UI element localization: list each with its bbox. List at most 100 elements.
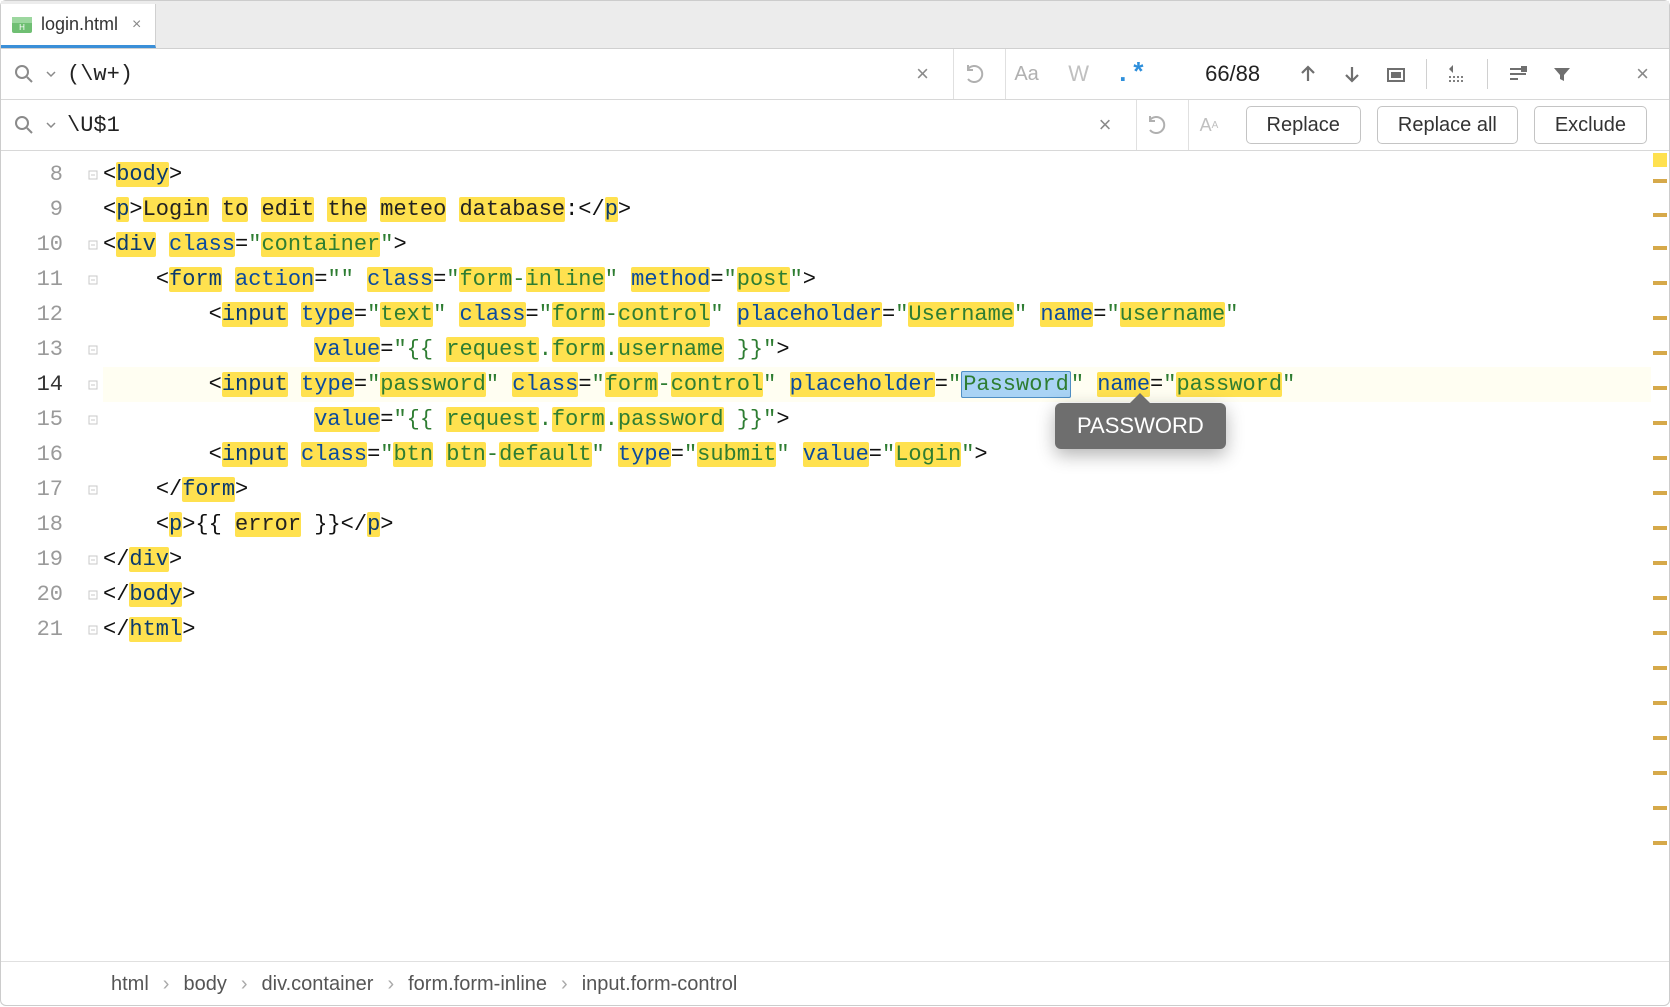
fold-marker[interactable] — [83, 542, 103, 577]
match-marker[interactable] — [1653, 246, 1667, 250]
match-marker[interactable] — [1653, 631, 1667, 635]
code-line[interactable]: <div class="container"> — [103, 227, 1651, 262]
line-number[interactable]: 9 — [1, 192, 83, 227]
code-line[interactable]: value="{{ request.form.password }}"> — [103, 402, 1651, 437]
line-number[interactable]: 18 — [1, 507, 83, 542]
code-line[interactable]: <input type="text" class="form-control" … — [103, 297, 1651, 332]
preserve-case-icon[interactable]: AA — [1188, 100, 1230, 150]
match-marker[interactable] — [1653, 736, 1667, 740]
divider — [1426, 59, 1427, 89]
line-number[interactable]: 13 — [1, 332, 83, 367]
fold-marker[interactable] — [83, 612, 103, 647]
regex-icon[interactable]: .* — [1109, 49, 1151, 99]
code-line[interactable]: <body> — [103, 157, 1651, 192]
code-line[interactable]: </div> — [103, 542, 1651, 577]
history-icon[interactable] — [1136, 100, 1178, 150]
search-icon[interactable] — [13, 114, 35, 136]
close-find-icon[interactable]: × — [1626, 61, 1659, 87]
code-line[interactable]: <p>Login to edit the meteo database:</p> — [103, 192, 1651, 227]
code-area[interactable]: <body><p>Login to edit the meteo databas… — [103, 151, 1651, 961]
match-marker[interactable] — [1653, 561, 1667, 565]
line-number[interactable]: 20 — [1, 577, 83, 612]
line-number[interactable]: 11 — [1, 262, 83, 297]
match-marker[interactable] — [1653, 596, 1667, 600]
exclude-button[interactable]: Exclude — [1534, 106, 1647, 144]
code-line[interactable]: <form action="" class="form-inline" meth… — [103, 262, 1651, 297]
fold-marker[interactable] — [83, 332, 103, 367]
find-in-selection-icon[interactable] — [1498, 54, 1538, 94]
line-number[interactable]: 16 — [1, 437, 83, 472]
clear-replace-icon[interactable]: × — [1084, 100, 1126, 150]
multiline-icon[interactable] — [1437, 54, 1477, 94]
replace-all-button[interactable]: Replace all — [1377, 106, 1518, 144]
code-line[interactable]: value="{{ request.form.username }}"> — [103, 332, 1651, 367]
breadcrumb-item[interactable]: form.form-inline — [408, 973, 547, 996]
next-match-icon[interactable] — [1332, 54, 1372, 94]
breadcrumb-item[interactable]: input.form-control — [582, 973, 738, 996]
match-count: 66/88 — [1161, 61, 1284, 87]
match-case-icon[interactable]: Aa — [1005, 49, 1047, 99]
prev-match-icon[interactable] — [1288, 54, 1328, 94]
fold-marker[interactable] — [83, 367, 103, 402]
fold-marker[interactable] — [83, 507, 103, 542]
match-marker[interactable] — [1653, 316, 1667, 320]
match-marker[interactable] — [1653, 213, 1667, 217]
filter-icon[interactable] — [1542, 54, 1582, 94]
match-marker[interactable] — [1653, 421, 1667, 425]
match-marker[interactable] — [1653, 351, 1667, 355]
match-marker[interactable] — [1653, 456, 1667, 460]
code-line[interactable]: <input class="btn btn-default" type="sub… — [103, 437, 1651, 472]
match-marker[interactable] — [1653, 771, 1667, 775]
line-number[interactable]: 15 — [1, 402, 83, 437]
tab-login-html[interactable]: H login.html × — [1, 4, 156, 48]
line-number[interactable]: 10 — [1, 227, 83, 262]
match-marker[interactable] — [1653, 701, 1667, 705]
line-number[interactable]: 8 — [1, 157, 83, 192]
match-marker[interactable] — [1653, 526, 1667, 530]
replace-button[interactable]: Replace — [1246, 106, 1361, 144]
code-line[interactable]: </html> — [103, 612, 1651, 647]
fold-marker[interactable] — [83, 262, 103, 297]
find-input[interactable] — [67, 62, 891, 87]
match-marker[interactable] — [1653, 491, 1667, 495]
fold-marker[interactable] — [83, 157, 103, 192]
match-marker[interactable] — [1653, 841, 1667, 845]
fold-marker[interactable] — [83, 437, 103, 472]
fold-marker[interactable] — [83, 472, 103, 507]
match-marker[interactable] — [1653, 386, 1667, 390]
fold-marker[interactable] — [83, 227, 103, 262]
fold-column — [83, 151, 103, 961]
whole-word-icon[interactable]: W — [1057, 49, 1099, 99]
match-marker[interactable] — [1653, 666, 1667, 670]
close-tab-icon[interactable]: × — [126, 16, 141, 34]
dropdown-icon[interactable] — [45, 114, 57, 136]
line-number[interactable]: 17 — [1, 472, 83, 507]
breadcrumb-item[interactable]: html — [111, 973, 149, 996]
code-line[interactable]: <input type="password" class="form-contr… — [103, 367, 1651, 402]
fold-marker[interactable] — [83, 192, 103, 227]
line-gutter: 89101112131415161718192021 — [1, 151, 83, 961]
breadcrumb-item[interactable]: body — [183, 973, 226, 996]
line-number[interactable]: 12 — [1, 297, 83, 332]
dropdown-icon[interactable] — [45, 63, 57, 85]
breadcrumb-item[interactable]: div.container — [262, 973, 374, 996]
marker-strip[interactable] — [1651, 151, 1669, 961]
match-marker[interactable] — [1653, 806, 1667, 810]
breadcrumb-sep: › — [241, 973, 248, 996]
clear-find-icon[interactable]: × — [901, 49, 943, 99]
fold-marker[interactable] — [83, 577, 103, 612]
code-line[interactable]: </form> — [103, 472, 1651, 507]
code-line[interactable]: </body> — [103, 577, 1651, 612]
line-number[interactable]: 19 — [1, 542, 83, 577]
history-icon[interactable] — [953, 49, 995, 99]
replace-input[interactable] — [67, 113, 1074, 138]
match-marker[interactable] — [1653, 281, 1667, 285]
fold-marker[interactable] — [83, 297, 103, 332]
search-icon[interactable] — [13, 63, 35, 85]
code-line[interactable]: <p>{{ error }}</p> — [103, 507, 1651, 542]
select-all-icon[interactable] — [1376, 54, 1416, 94]
line-number[interactable]: 21 — [1, 612, 83, 647]
line-number[interactable]: 14 — [1, 367, 83, 402]
fold-marker[interactable] — [83, 402, 103, 437]
match-marker[interactable] — [1653, 179, 1667, 183]
